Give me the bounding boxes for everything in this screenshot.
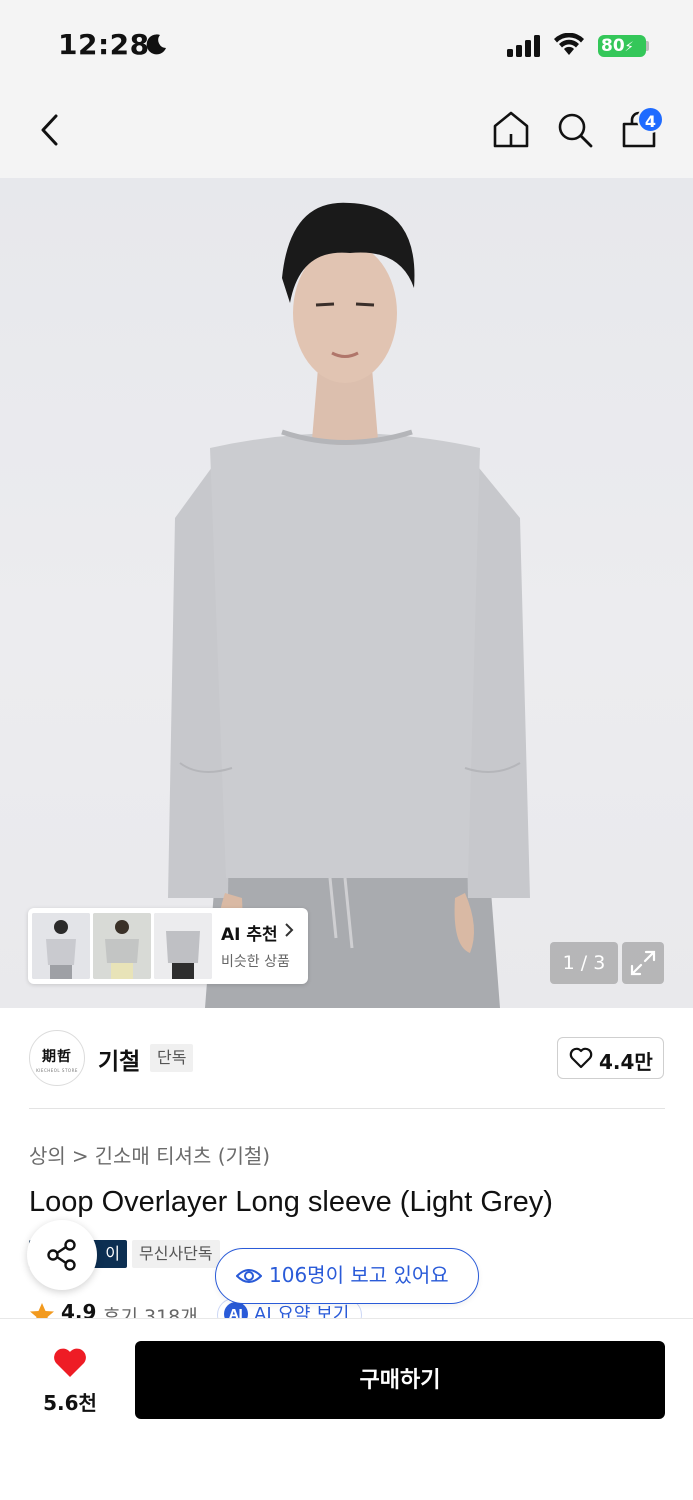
heart-filled-icon <box>54 1348 86 1377</box>
ai-recommend-thumb-1[interactable] <box>32 913 90 979</box>
product-image[interactable]: AI 추천 비슷한 상품 1 / 3 <box>0 178 693 1008</box>
breadcrumb-separator: > <box>71 1144 89 1168</box>
share-icon <box>47 1239 76 1271</box>
battery-tip <box>646 41 649 51</box>
breadcrumb-category[interactable]: 상의 <box>29 1144 66 1168</box>
breadcrumb-subcategory[interactable]: 긴소매 티셔츠 (기철) <box>95 1144 271 1168</box>
wishlist-button[interactable]: 5.6천 <box>0 1319 135 1429</box>
status-bar: 12:28 80⚡ <box>0 0 693 90</box>
share-button[interactable] <box>27 1220 97 1290</box>
wishlist-count: 5.6천 <box>43 1391 97 1415</box>
cart-count-badge: 4 <box>637 106 664 133</box>
model-photo <box>168 202 530 1008</box>
buy-button[interactable]: 구매하기 <box>135 1341 665 1419</box>
musinsa-exclusive-tag: 무신사단독 <box>132 1240 220 1268</box>
expand-image-button[interactable] <box>622 942 664 984</box>
product-title: Loop Overlayer Long sleeve (Light Grey) <box>29 1186 553 1218</box>
breadcrumb: 상의 > 긴소매 티셔츠 (기철) <box>29 1140 270 1169</box>
ai-recommend-thumb-3[interactable] <box>154 913 212 979</box>
chevron-right-icon <box>285 923 294 937</box>
brand-like-button[interactable]: 4.4만 <box>557 1037 664 1079</box>
bottom-action-bar: 5.6천 구매하기 <box>0 1318 693 1500</box>
viewers-count-text: 106명이 보고 있어요 <box>269 1263 449 1287</box>
moon-icon <box>146 34 166 55</box>
home-icon[interactable] <box>492 110 530 150</box>
viewers-count-pill: 106명이 보고 있어요 <box>215 1248 479 1304</box>
back-arrow-icon[interactable] <box>34 110 68 150</box>
image-page-indicator: 1 / 3 <box>550 942 618 984</box>
ai-recommend-title: AI 추천 <box>221 925 278 945</box>
brand-name[interactable]: 기철 <box>98 1042 140 1076</box>
wifi-icon <box>554 33 584 55</box>
expand-icon <box>630 950 656 976</box>
ai-recommend-subtitle: 비슷한 상품 <box>221 954 290 970</box>
eye-icon <box>236 1269 262 1283</box>
brand-exclusive-tag: 단독 <box>150 1044 194 1072</box>
battery-indicator: 80⚡ <box>598 35 646 57</box>
cellular-signal-icon <box>507 35 540 57</box>
divider <box>29 1108 665 1109</box>
ai-recommend-card[interactable]: AI 추천 비슷한 상품 <box>28 908 308 984</box>
brand-like-count: 4.4만 <box>599 1050 653 1074</box>
heart-outline-icon <box>569 1047 593 1069</box>
nav-bar <box>0 90 693 178</box>
search-icon[interactable] <box>556 110 594 150</box>
brand-logo[interactable]: 期哲 KIECHEOL STORE <box>29 1030 85 1086</box>
ai-recommend-thumb-2[interactable] <box>93 913 151 979</box>
status-time: 12:28 <box>58 28 150 61</box>
